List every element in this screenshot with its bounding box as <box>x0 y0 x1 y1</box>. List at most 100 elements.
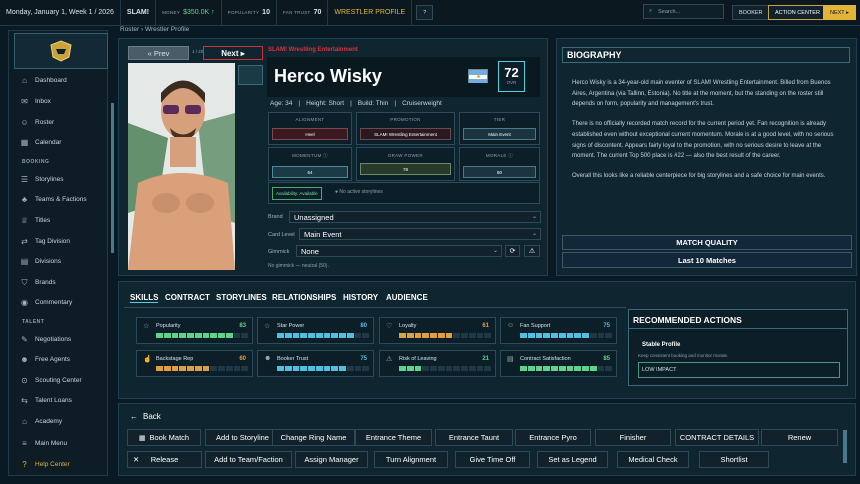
help-button[interactable]: ? <box>416 5 434 20</box>
stat-bar-segment <box>399 333 406 338</box>
stat-bar-segment <box>323 366 331 371</box>
sidebar-item-tag-division[interactable]: ⇄ Tag Division <box>9 232 105 250</box>
stat-name: Popularity <box>156 323 181 329</box>
sidebar-item-commentary[interactable]: ◉ Commentary <box>9 293 105 311</box>
tab-contract[interactable]: CONTRACT <box>165 293 210 302</box>
gimmick-label: Gimmick <box>268 249 290 255</box>
sidebar-scrollbar[interactable] <box>111 103 114 253</box>
morale-box: MORALE ⓘ 80 <box>459 147 540 181</box>
assign-manager-button[interactable]: Assign Manager <box>295 451 368 468</box>
stat-name: Loyalty <box>399 323 417 329</box>
back-button[interactable]: ← Back <box>130 412 161 421</box>
stat-value: 75 <box>603 323 610 329</box>
stat-bar-segment <box>284 333 292 338</box>
sidebar-item-teams[interactable]: ♣ Teams & Factions <box>9 190 105 208</box>
stat-bar-segment <box>422 366 429 371</box>
sidebar-item-free-agents[interactable]: ☻ Free Agents <box>9 350 105 368</box>
stat-bar-segment <box>323 333 331 338</box>
stat-bar-segment <box>430 333 437 338</box>
booker-button[interactable]: BOOKER <box>732 5 770 20</box>
book-match-button[interactable]: ▦ Book Match <box>127 429 201 446</box>
contract-details-button[interactable]: CONTRACT DETAILS <box>675 429 759 446</box>
breadcrumb-roster[interactable]: Roster <box>120 26 139 33</box>
action-center-button[interactable]: ACTION CENTER <box>768 5 827 20</box>
sidebar-item-negotiations[interactable]: ✎ Negotiations <box>9 330 105 348</box>
gimmick-select[interactable]: None ⌄ <box>296 245 502 257</box>
search-input[interactable]: ⌕ Search... <box>643 4 724 19</box>
stat-bar-segment <box>354 333 362 338</box>
turn-alignment-button[interactable]: Turn Alignment <box>374 451 448 468</box>
stat-bar-segment <box>468 366 476 371</box>
last-10-matches-button[interactable]: Last 10 Matches <box>562 252 852 268</box>
release-button[interactable]: ✕ Release <box>127 451 202 468</box>
sidebar-item-titles[interactable]: ♕ Titles <box>9 211 105 229</box>
stat-card: ☆ Star Power 80 <box>257 317 374 344</box>
next-wrestler-button[interactable]: Next ▸ <box>203 46 263 60</box>
tab-history[interactable]: HISTORY <box>343 293 378 302</box>
stat-bar-segment <box>520 366 527 371</box>
draw-power-value: 78 <box>360 163 451 175</box>
sidebar-item-calendar[interactable]: ▦ Calendar <box>9 133 105 151</box>
renew-button[interactable]: Renew <box>761 429 838 446</box>
stat-bar-segment <box>241 333 248 338</box>
card-level-select[interactable]: Main Event ⌄ <box>299 228 541 240</box>
tab-audience[interactable]: AUDIENCE <box>386 293 428 302</box>
stat-bar-segment <box>543 366 550 371</box>
stat-bar-segment <box>194 333 202 338</box>
sidebar-item-roster[interactable]: ☺ Roster <box>9 113 105 131</box>
company-name: SLAM! <box>121 0 157 26</box>
stat-card: ⚠ Risk of Leaving 21 <box>379 350 496 377</box>
stat-bar-segment <box>346 366 354 371</box>
entrance-theme-button[interactable]: Entrance Theme <box>355 429 432 446</box>
sidebar-item-dashboard[interactable]: ⌂ Dashboard <box>9 71 105 89</box>
stat-bar-segment <box>597 333 605 338</box>
info-icon[interactable]: ⓘ <box>508 153 513 158</box>
user-icon: ☻ <box>264 355 272 362</box>
stat-bar-segment <box>362 366 369 371</box>
change-ring-name-button[interactable]: Change Ring Name <box>272 429 355 446</box>
finisher-button[interactable]: Finisher <box>595 429 671 446</box>
sidebar-item-scouting[interactable]: ⊙ Scouting Center <box>9 371 105 389</box>
stat-card: ▤ Contract Satisfaction 85 <box>500 350 617 377</box>
sidebar-item-help-center[interactable]: ? Help Center <box>9 455 105 473</box>
tab-skills[interactable]: SKILLS <box>130 293 159 303</box>
actions-scrollbar[interactable] <box>843 430 847 463</box>
stat-bar <box>277 333 369 338</box>
refresh-icon[interactable]: ⟳ <box>505 245 520 257</box>
prev-button[interactable]: « Prev <box>128 46 189 60</box>
chevron-down-icon: ⌄ <box>531 214 537 220</box>
stat-bar-segment <box>187 333 194 338</box>
alignment-value[interactable]: Heel <box>272 128 348 140</box>
sidebar-item-brands[interactable]: ⛉ Brands <box>9 273 105 291</box>
info-icon[interactable]: ⓘ <box>323 153 328 158</box>
recommendation-title: Stable Profile <box>642 342 681 348</box>
add-to-storyline-button[interactable]: Add to Storyline <box>205 429 280 446</box>
next-week-button[interactable]: NEXT ▸ <box>823 5 856 20</box>
sidebar-item-inbox[interactable]: ✉ Inbox <box>9 92 105 110</box>
entrance-pyro-button[interactable]: Entrance Pyro <box>515 429 591 446</box>
match-quality-button[interactable]: MATCH QUALITY <box>562 235 852 250</box>
shortlist-button[interactable]: Shortlist <box>699 451 769 468</box>
give-time-off-button[interactable]: Give Time Off <box>455 451 530 468</box>
sidebar-item-talent-loans[interactable]: ⇆ Talent Loans <box>9 391 105 409</box>
sidebar-item-academy[interactable]: ⌂ Academy <box>9 412 105 430</box>
warning-icon[interactable]: ⚠ <box>524 245 540 257</box>
stat-bar-segment <box>535 366 543 371</box>
tab-relationships[interactable]: RELATIONSHIPS <box>272 293 336 302</box>
tab-storylines[interactable]: STORYLINES <box>216 293 267 302</box>
stat-bar-segment <box>300 333 307 338</box>
medical-check-button[interactable]: Medical Check <box>617 451 689 468</box>
sidebar-item-storylines[interactable]: ☰ Storylines <box>9 170 105 188</box>
add-to-team-button[interactable]: Add to Team/Faction <box>205 451 292 468</box>
breadcrumb: Roster › Wrestler Profile <box>120 26 190 33</box>
sidebar-item-main-menu[interactable]: ≡ Main Menu <box>9 434 105 452</box>
entrance-taunt-button[interactable]: Entrance Taunt <box>435 429 513 446</box>
stat-card: ♡ Loyalty 61 <box>379 317 496 344</box>
stat-bar-segment <box>362 333 369 338</box>
home-icon: ⌂ <box>22 75 27 85</box>
set-as-legend-button[interactable]: Set as Legend <box>537 451 608 468</box>
thumbnail-slot[interactable] <box>238 65 263 85</box>
brand-select[interactable]: Unassigned ⌄ <box>289 211 541 223</box>
help-icon: ? <box>22 459 27 469</box>
sidebar-item-divisions[interactable]: ▤ Divisions <box>9 252 105 270</box>
